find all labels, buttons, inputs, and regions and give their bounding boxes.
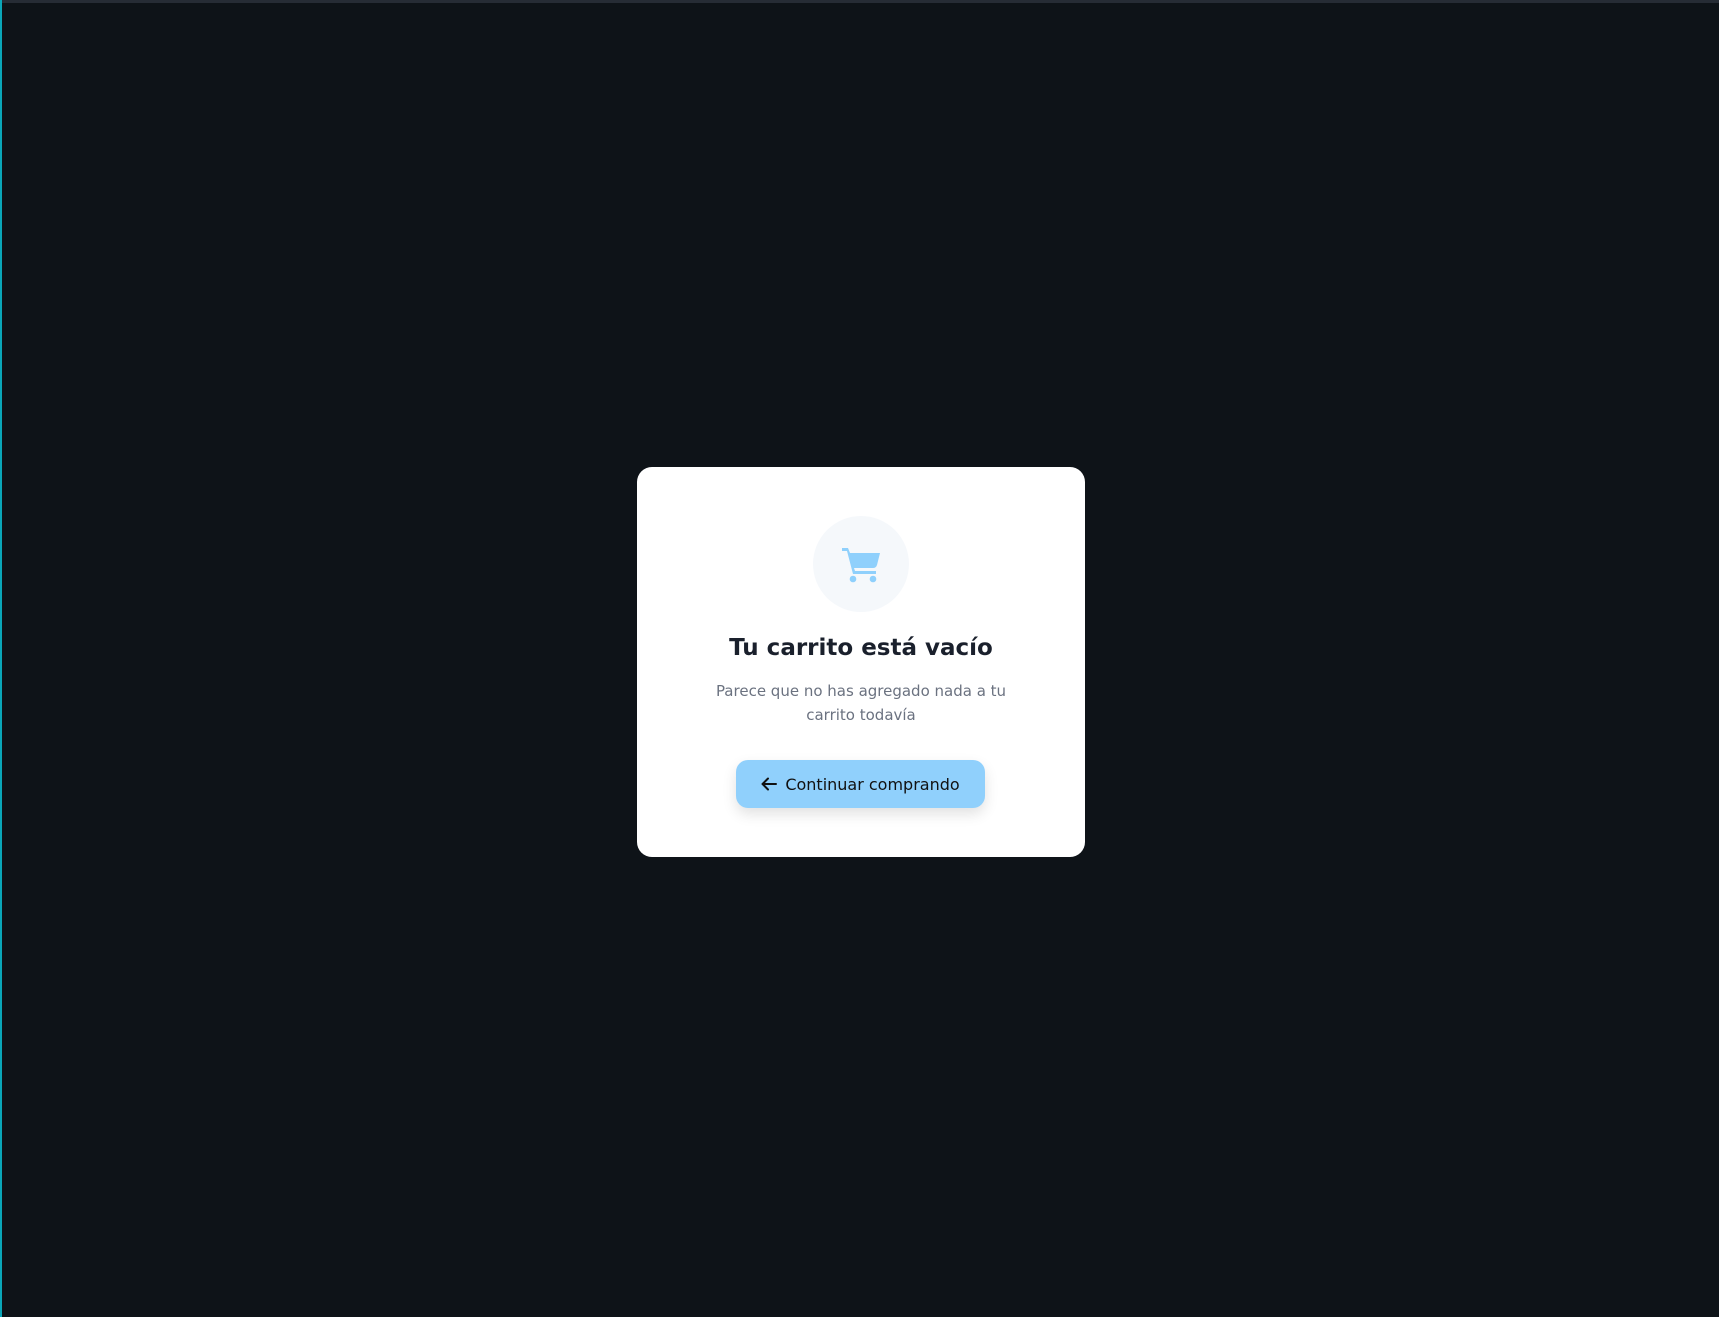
empty-cart-message: Parece que no has agregado nada a tu car… — [715, 682, 1007, 724]
empty-cart-title: Tu carrito está vacío — [729, 635, 993, 661]
empty-cart-card: Tu carrito está vacío Parece que no has … — [637, 467, 1085, 857]
continue-shopping-label: Continuar comprando — [785, 774, 960, 794]
arrow-left-icon — [761, 777, 778, 791]
window-top-border — [0, 0, 1719, 3]
cart-icon-container — [813, 516, 909, 612]
shopping-cart-icon — [842, 548, 880, 583]
continue-shopping-button[interactable]: Continuar comprando — [736, 760, 985, 808]
window-left-border — [0, 0, 2, 1317]
